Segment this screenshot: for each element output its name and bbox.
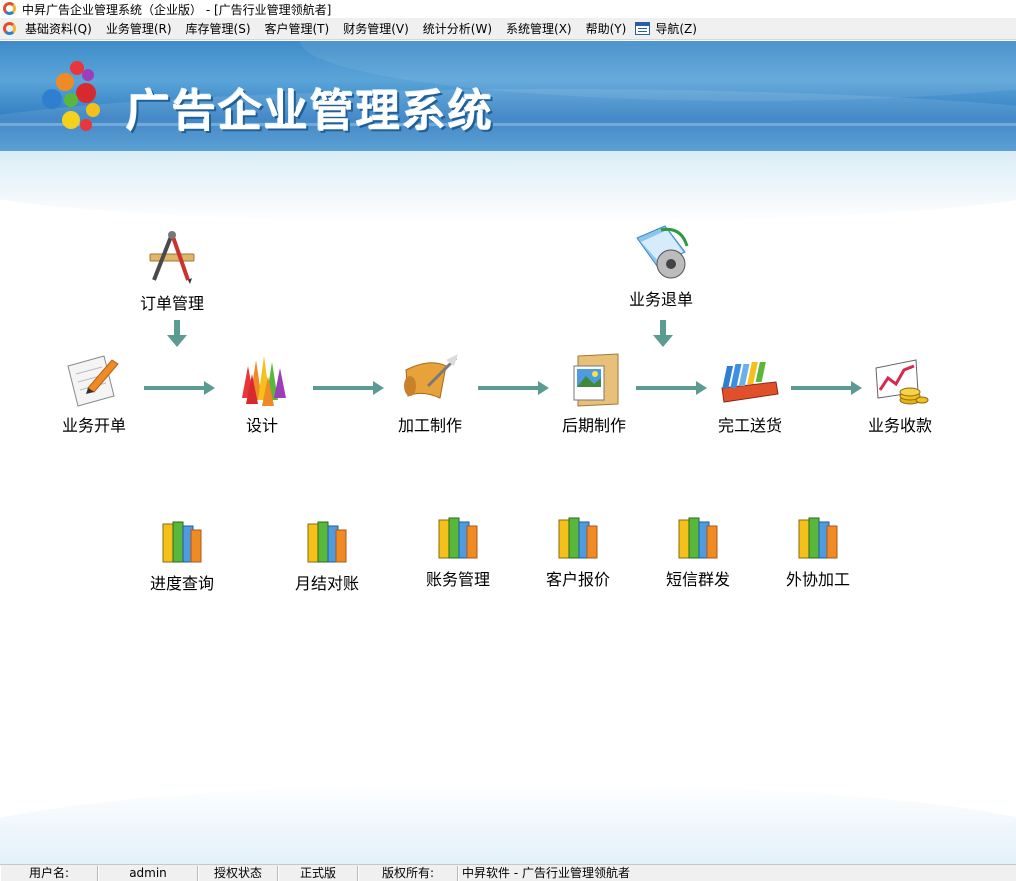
order-to-design-arrow	[167, 320, 187, 348]
flow-node-design[interactable]: 设计	[232, 352, 292, 436]
menu-navigation-label: 导航(Z)	[655, 21, 697, 36]
document-pen-icon	[64, 352, 124, 408]
books-icon	[553, 512, 603, 562]
flow-node-delivery[interactable]: 完工送货	[718, 352, 782, 436]
books-icon	[302, 516, 352, 566]
quick-link-outsourced-processing[interactable]: 外协加工	[786, 512, 850, 590]
menu-bar: 基础资料(Q) 业务管理(R) 库存管理(S) 客户管理(T) 财务管理(V) …	[0, 18, 1016, 40]
colorful-dots-logo	[42, 59, 106, 135]
quick-link-label-monthly-reconciliation: 月结对账	[295, 574, 360, 593]
navigator-window-icon	[635, 22, 651, 35]
flow-arrow-4	[636, 381, 707, 395]
books-icon	[157, 516, 207, 566]
flow-label-business-order: 业务开单	[62, 416, 127, 435]
flow-node-business-order[interactable]: 业务开单	[62, 352, 126, 436]
order-management-node[interactable]: 订单管理	[140, 230, 204, 314]
flow-arrow-2	[313, 381, 384, 395]
flow-label-post-production: 后期制作	[562, 416, 627, 435]
status-copyright-value: 中昇软件 - 广告行业管理领航者	[458, 866, 1016, 881]
flow-arrow-1	[144, 381, 215, 395]
status-auth-value: 正式版	[278, 866, 358, 881]
drafting-tools-icon	[142, 230, 202, 286]
banner-title: 广告企业管理系统	[126, 86, 494, 137]
application-window: 中昇广告企业管理系统（企业版） - [广告行业管理领航者] 基础资料(Q) 业务…	[0, 0, 1016, 881]
window-title: 中昇广告企业管理系统（企业版） - [广告行业管理领航者]	[22, 2, 332, 17]
color-pencils-icon	[232, 352, 292, 408]
books-icon	[673, 512, 723, 562]
quick-link-label-progress-query: 进度查询	[150, 574, 215, 593]
books-icon	[793, 512, 843, 562]
menu-finance-management[interactable]: 财务管理(V)	[336, 19, 416, 39]
status-user-value: admin	[98, 866, 198, 881]
menu-navigation[interactable]: 导航(Z)	[633, 19, 704, 39]
menu-help[interactable]: 帮助(Y)	[579, 19, 634, 39]
status-user-label: 用户名:	[0, 866, 98, 881]
menu-inventory-management[interactable]: 库存管理(S)	[179, 19, 258, 39]
menu-statistics[interactable]: 统计分析(W)	[416, 19, 499, 39]
card-tray-icon	[720, 352, 780, 408]
quick-link-sms-broadcast[interactable]: 短信群发	[666, 512, 730, 590]
flow-arrow-3	[478, 381, 549, 395]
flow-node-payment-collection[interactable]: 业务收款	[868, 352, 932, 436]
order-management-label: 订单管理	[140, 294, 205, 313]
menu-business-management[interactable]: 业务管理(R)	[99, 19, 179, 39]
books-icon	[433, 512, 483, 562]
menu-basic-data[interactable]: 基础资料(Q)	[18, 19, 99, 39]
folder-disc-icon	[631, 222, 691, 284]
flow-label-design: 设计	[245, 416, 278, 435]
title-bar[interactable]: 中昇广告企业管理系统（企业版） - [广告行业管理领航者]	[0, 0, 1016, 18]
menu-system-management[interactable]: 系统管理(X)	[499, 19, 579, 39]
app-logo-icon	[2, 1, 18, 17]
business-refund-node[interactable]: 业务退单	[629, 222, 693, 310]
flow-label-payment-collection: 业务收款	[868, 416, 933, 435]
flow-label-processing: 加工制作	[398, 416, 463, 435]
chart-coins-icon	[870, 352, 930, 408]
quick-link-account-management[interactable]: 账务管理	[426, 512, 490, 590]
flow-node-post-production[interactable]: 后期制作	[562, 352, 626, 436]
quick-link-progress-query[interactable]: 进度查询	[150, 516, 214, 594]
flow-label-delivery: 完工送货	[718, 416, 783, 435]
status-copyright-label: 版权所有:	[358, 866, 458, 881]
flow-arrow-5	[791, 381, 862, 395]
refund-to-delivery-arrow	[653, 320, 673, 348]
quick-link-label-sms-broadcast: 短信群发	[666, 570, 731, 589]
quick-link-label-customer-quote: 客户报价	[546, 570, 611, 589]
business-refund-label: 业务退单	[629, 290, 694, 309]
quick-link-label-account-management: 账务管理	[426, 570, 491, 589]
scroll-quill-icon	[400, 352, 460, 408]
flow-node-processing[interactable]: 加工制作	[398, 352, 462, 436]
status-bar: 用户名: admin 授权状态 正式版 版权所有: 中昇软件 - 广告行业管理领…	[0, 864, 1016, 881]
menu-customer-management[interactable]: 客户管理(T)	[258, 19, 337, 39]
header-banner: 广告企业管理系统	[0, 41, 1016, 153]
status-auth-label: 授权状态	[198, 866, 278, 881]
photo-folder-icon	[564, 352, 624, 408]
app-menu-icon[interactable]	[2, 21, 18, 37]
quick-link-label-outsourced-processing: 外协加工	[786, 570, 851, 589]
quick-link-monthly-reconciliation[interactable]: 月结对账	[295, 516, 359, 594]
quick-link-customer-quote[interactable]: 客户报价	[546, 512, 610, 590]
